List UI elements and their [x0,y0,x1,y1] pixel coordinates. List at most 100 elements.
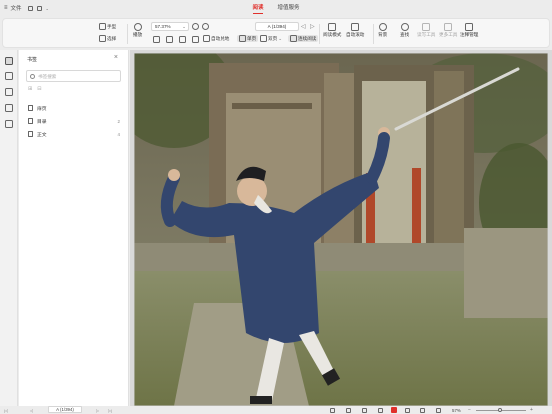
actual-size-icon[interactable] [192,36,199,43]
play-label: 播放 [133,32,143,37]
select-tool-button[interactable]: 选择 [99,35,116,42]
find-label: 查找 [400,32,410,37]
prev-page-icon[interactable]: ◁ [301,23,306,30]
continuous-icon [290,35,297,42]
divider [373,24,374,44]
auto-fit-button[interactable]: 自动兑地 [203,35,229,42]
menu-icon: ≡ [4,5,8,11]
continuous-view-icon[interactable] [378,406,383,414]
auto-fit-icon [203,35,210,42]
rotate-icon[interactable] [436,406,441,414]
read-write-tool-label: 读写工具 [417,32,436,37]
expand-icon[interactable]: ⊞ [28,86,32,92]
bookmark-search-input[interactable] [38,73,116,79]
toolbox-icon [444,23,453,31]
continuous-reading-button[interactable]: 连续阅读 [288,35,319,42]
chevron-down-icon[interactable]: ⌄ [46,6,49,11]
annotation-icon [465,23,474,31]
search-icon [400,23,409,31]
bookmark-item[interactable]: 扉页 [28,103,120,113]
pdf-badge-icon[interactable] [391,406,397,414]
panel-title: 书签 [27,57,38,63]
single-view-icon[interactable] [346,406,351,414]
dual-page-label: 双页 [268,35,278,41]
fit-icon[interactable] [420,406,425,414]
reading-mode-label: 阅读模式 [323,32,342,37]
stone-ledge [464,228,548,318]
book-icon [328,23,337,31]
nav-next-icon[interactable]: ▷ [96,406,99,414]
fullscreen-icon[interactable] [405,406,410,414]
bookmark-count: 2 [117,118,120,124]
tab-reading[interactable]: 阅读 [252,0,264,16]
signature-icon[interactable] [5,120,13,128]
document-viewport[interactable] [130,50,552,406]
search-icon [30,73,35,79]
thumbnail-icon[interactable] [5,72,13,80]
bookmark-label: 目录 [37,119,47,125]
play-button[interactable]: 播放 [133,23,142,38]
continuous-label: 连续阅读 [298,35,317,41]
hand-tool-button[interactable]: 手型 [99,23,116,30]
bookmark-panel-icon[interactable] [5,57,13,65]
single-page-icon [239,35,246,42]
auto-scroll-label: 自动滚动 [346,32,365,37]
more-tools-label: 更多工具 [439,32,458,37]
dual-view-icon[interactable] [362,406,367,414]
fit-width-icon[interactable] [153,36,160,43]
save-icon[interactable] [27,5,33,11]
fit-page-icon[interactable] [166,36,173,43]
bookmark-icon [28,105,33,111]
reading-mode-button[interactable]: 阅读模式 [323,23,341,38]
read-write-tool-button[interactable]: 读写工具 [417,23,435,38]
zoom-field[interactable]: 57.37% ⌄ [151,22,189,31]
view-mode-icon[interactable] [330,406,335,414]
quick-access: ⌄ [27,0,49,16]
red-post [412,168,421,246]
comment-icon[interactable] [5,88,13,96]
rotate-icon[interactable] [179,36,186,43]
page-photograph [134,53,548,406]
annotation-manage-button[interactable]: 注释管理 [460,23,478,38]
status-page-field[interactable]: A (1/394) [48,406,82,413]
attachment-icon[interactable] [5,104,13,112]
auto-fit-label: 自动兑地 [211,35,230,41]
bookmark-item[interactable]: 正文 4 [28,129,120,139]
ribbon-toolbar: 手型 选择 播放 57.37% ⌄ A (1/394) ◁ ▷ 自动兑地 单页 … [2,18,550,48]
title-bar: ≡ 文件 ⌄ 阅读 增值服务 [0,0,552,16]
next-page-icon[interactable]: ▷ [310,23,315,30]
menu-label: 文件 [10,6,22,12]
nav-last-icon[interactable]: ▷| [108,406,112,414]
bookmark-item[interactable]: 目录 2 [28,116,120,126]
main-tabs: 阅读 增值服务 [0,0,552,16]
single-page-button[interactable]: 单页 [237,35,259,42]
dual-page-icon [260,35,267,42]
single-page-label: 单页 [247,35,257,41]
zoom-out-icon[interactable] [192,23,199,30]
auto-scroll-button[interactable]: 自动滚动 [346,23,364,38]
collapse-icon[interactable]: ⊟ [37,86,41,92]
panel-tools: ⊞ ⊟ [28,86,41,92]
dual-page-button[interactable]: 双页 ⌄ [260,35,282,42]
background-button[interactable]: 背景 [378,23,387,38]
eye-icon [378,23,387,31]
menu-button[interactable]: ≡ 文件 [4,0,22,16]
print-icon[interactable] [36,5,42,11]
find-button[interactable]: 查找 [400,23,409,38]
status-zoom-value[interactable]: 57% [452,406,461,414]
zoom-out-icon[interactable]: − [468,406,471,414]
close-icon[interactable]: × [114,54,118,61]
more-tools-button[interactable]: 更多工具 [439,23,457,38]
background-label: 背景 [378,32,388,37]
nav-prev-icon[interactable]: ◁ [30,406,33,414]
zoom-slider-handle[interactable] [498,407,502,412]
status-bar: |◁ ◁ A (1/394) ▷ ▷| 57% − + [0,406,552,414]
nav-first-icon[interactable]: |◁ [4,406,8,414]
tab-services[interactable]: 增值服务 [278,0,300,16]
hand-icon [99,23,106,30]
scroll-icon [351,23,360,31]
zoom-slider[interactable] [476,406,526,414]
zoom-in-icon[interactable]: + [530,406,533,414]
page-number-field[interactable]: A (1/394) [255,22,299,31]
zoom-in-icon[interactable] [202,23,209,30]
